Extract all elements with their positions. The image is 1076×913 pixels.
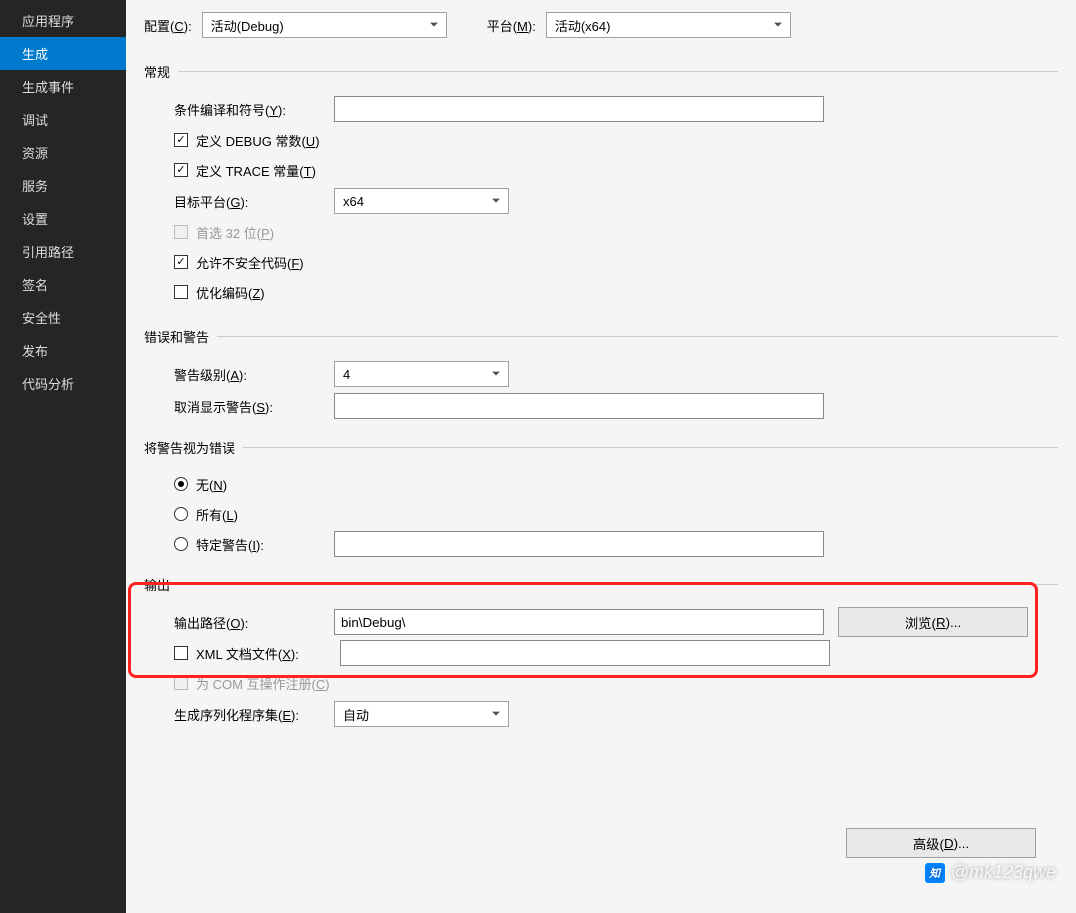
trace-checkbox[interactable]	[174, 163, 188, 177]
main-panel: 配置(C): 活动(Debug) 平台(M): 活动(x64) 常规 条件编译和…	[126, 0, 1076, 913]
sidebar-item-services[interactable]: 服务	[0, 169, 126, 202]
warn-level-label: 警告级别(A):	[174, 365, 334, 384]
sidebar-item-app[interactable]: 应用程序	[0, 4, 126, 37]
platform-label: 平台(M):	[487, 16, 536, 35]
treat-specific-label: 特定警告(I):	[196, 535, 310, 554]
xml-input[interactable]	[340, 640, 830, 666]
zhihu-icon: 知	[925, 863, 945, 883]
section-output: 输出	[144, 575, 1058, 594]
serial-label: 生成序列化程序集(E):	[174, 705, 334, 724]
symbols-label: 条件编译和符号(Y):	[174, 100, 334, 119]
watermark: 知 @mk123qwe	[925, 862, 1056, 883]
unsafe-label: 允许不安全代码(F)	[196, 253, 304, 272]
config-bar: 配置(C): 活动(Debug) 平台(M): 活动(x64)	[144, 12, 1058, 38]
sidebar-item-resources[interactable]: 资源	[0, 136, 126, 169]
warn-level-combo[interactable]: 4	[334, 361, 509, 387]
sidebar-item-publish[interactable]: 发布	[0, 334, 126, 367]
treat-none-radio[interactable]	[174, 477, 188, 491]
sidebar: 应用程序 生成 生成事件 调试 资源 服务 设置 引用路径 签名 安全性 发布 …	[0, 0, 126, 913]
sidebar-item-analysis[interactable]: 代码分析	[0, 367, 126, 400]
treat-specific-radio[interactable]	[174, 537, 188, 551]
treat-specific-input[interactable]	[334, 531, 824, 557]
advanced-button[interactable]: 高级(D)...	[846, 828, 1036, 858]
sidebar-item-signing[interactable]: 签名	[0, 268, 126, 301]
suppress-input[interactable]	[334, 393, 824, 419]
com-checkbox	[174, 676, 188, 690]
debug-label: 定义 DEBUG 常数(U)	[196, 131, 320, 150]
sidebar-item-build[interactable]: 生成	[0, 37, 126, 70]
unsafe-checkbox[interactable]	[174, 255, 188, 269]
output-path-label: 输出路径(O):	[174, 613, 334, 632]
treat-all-label: 所有(L)	[196, 505, 238, 524]
treat-all-radio[interactable]	[174, 507, 188, 521]
prefer32-checkbox	[174, 225, 188, 239]
platform-combo[interactable]: 活动(x64)	[546, 12, 791, 38]
serial-combo[interactable]: 自动	[334, 701, 509, 727]
optimize-checkbox[interactable]	[174, 285, 188, 299]
target-combo[interactable]: x64	[334, 188, 509, 214]
prefer32-label: 首选 32 位(P)	[196, 223, 274, 242]
section-treat-as-error: 将警告视为错误	[144, 438, 1058, 457]
browse-button[interactable]: 浏览(R)...	[838, 607, 1028, 637]
sidebar-item-debug[interactable]: 调试	[0, 103, 126, 136]
sidebar-item-refpaths[interactable]: 引用路径	[0, 235, 126, 268]
config-combo[interactable]: 活动(Debug)	[202, 12, 447, 38]
section-general: 常规	[144, 62, 1058, 81]
sidebar-item-build-events[interactable]: 生成事件	[0, 70, 126, 103]
trace-label: 定义 TRACE 常量(T)	[196, 161, 316, 180]
symbols-input[interactable]	[334, 96, 824, 122]
xml-checkbox[interactable]	[174, 646, 188, 660]
config-label: 配置(C):	[144, 16, 192, 35]
com-label: 为 COM 互操作注册(C)	[196, 674, 330, 693]
sidebar-item-settings[interactable]: 设置	[0, 202, 126, 235]
treat-none-label: 无(N)	[196, 475, 227, 494]
output-path-input[interactable]	[334, 609, 824, 635]
suppress-label: 取消显示警告(S):	[174, 397, 334, 416]
section-errors: 错误和警告	[144, 327, 1058, 346]
target-label: 目标平台(G):	[174, 192, 334, 211]
xml-label: XML 文档文件(X):	[196, 644, 326, 663]
debug-checkbox[interactable]	[174, 133, 188, 147]
optimize-label: 优化编码(Z)	[196, 283, 265, 302]
sidebar-item-security[interactable]: 安全性	[0, 301, 126, 334]
